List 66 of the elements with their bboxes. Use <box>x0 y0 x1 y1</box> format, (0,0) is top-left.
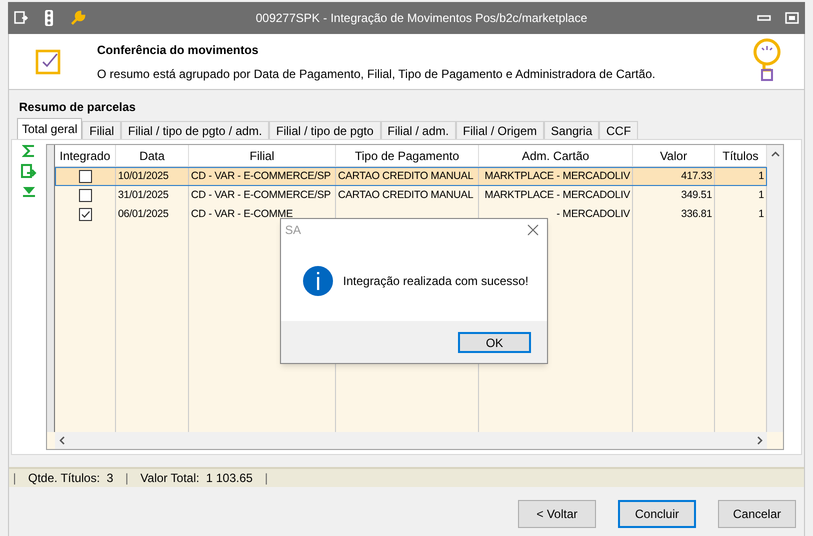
scroll-right-icon[interactable] <box>757 436 763 445</box>
checkbox[interactable] <box>78 208 92 221</box>
selected-row[interactable]: 10/01/2025 CD - VAR - E-COMMERCE/SP CARTAO CREDITO MANUAL MARKTPLACE - MERCADOLIV 417.33 1 <box>55 167 767 186</box>
window-title: 009277SPK - Integração de Movimentos Pos/b2c/marketplace <box>254 10 588 27</box>
tab[interactable]: Filial / adm. <box>380 121 456 139</box>
tab[interactable]: CCF <box>599 121 638 139</box>
tab[interactable]: Filial / Origem <box>456 121 544 139</box>
column-header[interactable]: Tipo de Pagamento <box>336 145 479 166</box>
table-cell-text: - MERCADOLIV <box>556 206 630 222</box>
close-icon[interactable] <box>527 224 539 236</box>
checkbox[interactable] <box>78 170 92 183</box>
table-cell-text: 1 <box>758 168 764 184</box>
info-icon <box>303 266 333 296</box>
tab[interactable]: Filial / tipo de pgto <box>269 121 381 139</box>
table-cell-text: 1 <box>758 206 764 222</box>
download-arrow-icon[interactable] <box>22 186 36 198</box>
header-description: O resumo está agrupado por Data de Pagamento, Filial, Tipo de Pagamento e Administradora de Cartão. <box>97 66 656 82</box>
table-cell-text: CD - VAR - E-COMMERCE/SP <box>191 188 331 203</box>
table-row[interactable]: 31/01/2025 CD - VAR - E-COMMERCE/SP CARTAO CREDITO MANUAL MARKTPLACE - MERCADOLIV 349.51 1 <box>55 186 767 205</box>
table-cell-text: CD - VAR - E-COMMERCE/SP <box>191 168 331 184</box>
dialog-button[interactable]: Concluir <box>618 500 696 528</box>
column-header[interactable]: Data <box>116 145 189 166</box>
table-cell-text: 31/01/2025 <box>118 188 169 203</box>
vertical-scrollbar[interactable] <box>767 145 783 432</box>
tab[interactable]: Total geral <box>17 118 82 139</box>
column-header[interactable]: Filial <box>189 145 336 166</box>
scroll-left-icon[interactable] <box>59 436 65 445</box>
minimize-icon[interactable] <box>757 13 771 23</box>
separator: | <box>125 470 128 487</box>
scroll-up-icon[interactable] <box>770 151 780 157</box>
column-header[interactable]: Adm. Cartão <box>479 145 633 166</box>
ok-button[interactable]: OK <box>458 332 531 352</box>
table-cell-text: CD - VAR - E-COMME <box>191 206 293 222</box>
dialog-button[interactable]: < Voltar <box>518 500 596 528</box>
separator: | <box>13 470 16 487</box>
table-cell-text: MARKTPLACE - MERCADOLIV <box>484 188 630 203</box>
column-header[interactable]: Valor <box>633 145 715 166</box>
document-arrow-icon[interactable] <box>21 164 37 180</box>
status-text: Valor Total: 1 103.65 <box>140 470 253 487</box>
section-title: Resumo de parcelas <box>19 99 137 116</box>
dialog-title: SA <box>285 222 302 239</box>
sigma-icon[interactable] <box>22 144 36 158</box>
wrench-icon[interactable] <box>70 10 86 26</box>
tab[interactable]: Sangria <box>544 121 600 139</box>
tab[interactable]: Filial / tipo de pgto / adm. <box>121 121 270 139</box>
horizontal-scrollbar[interactable] <box>55 432 767 449</box>
table-cell-text: 1 <box>758 188 764 203</box>
table-cell-text: CARTAO CREDITO MANUAL <box>338 168 474 184</box>
tab[interactable]: Filial <box>82 121 122 139</box>
table-cell-text: 349.51 <box>681 188 712 203</box>
maximize-icon[interactable] <box>785 12 799 24</box>
traffic-light-icon[interactable] <box>42 10 56 26</box>
table-cell-text: 417.33 <box>681 168 712 184</box>
checkbox[interactable] <box>78 189 92 202</box>
header-title: Conferência do movimentos <box>97 42 260 58</box>
separator: | <box>264 470 268 487</box>
table-cell-text: 336.81 <box>681 206 712 222</box>
status-text: Qtde. Títulos: 3 <box>28 470 114 487</box>
table-cell-text: 10/01/2025 <box>118 168 169 184</box>
checkbox-icon <box>35 48 63 76</box>
table-cell-text: MARKTPLACE - MERCADOLIV <box>484 168 630 184</box>
dialog-message: Integração realizada com sucesso! <box>343 273 528 290</box>
table-cell-text: CARTAO CREDITO MANUAL <box>338 188 474 203</box>
column-header[interactable]: Integrado <box>55 145 116 166</box>
dialog-button[interactable]: Cancelar <box>718 500 796 528</box>
table-cell-text: 06/01/2025 <box>118 206 169 222</box>
